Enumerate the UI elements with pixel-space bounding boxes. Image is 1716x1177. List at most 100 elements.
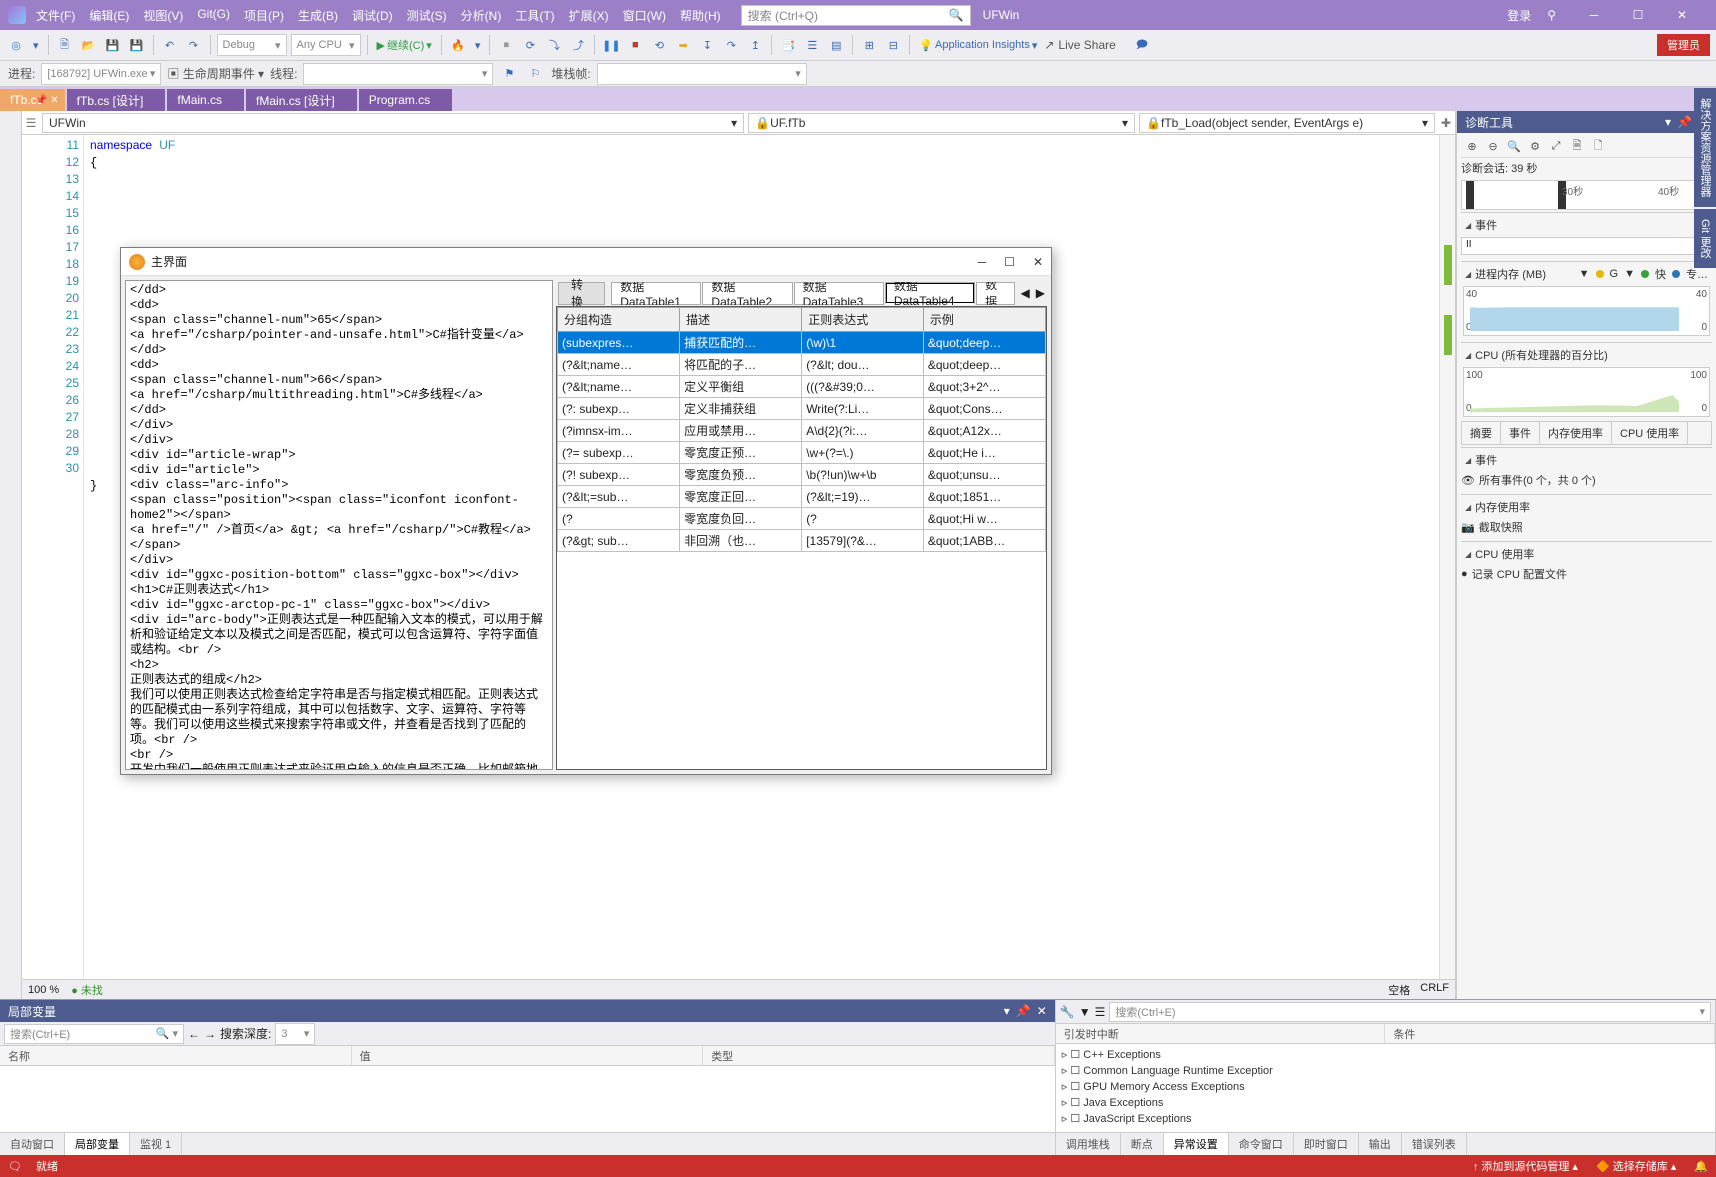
tab-datatable2[interactable]: 数据DataTable2 [702,282,792,305]
new-file-icon[interactable]: 🗎 [55,35,75,55]
sidetab-solution-explorer[interactable]: 解决方案资源管理器 [1694,88,1716,207]
stop-debug-icon[interactable]: ■ [625,35,645,55]
login-link[interactable]: 登录 [1507,7,1531,24]
menu-git[interactable]: Git(G) [197,7,230,24]
events-summary[interactable]: 👁 所有事件(0 个，共 0 个) [1461,470,1712,490]
tab-locals[interactable]: 局部变量 [65,1133,130,1155]
table-row[interactable]: (subexpres…捕获匹配的…(\w)\1&quot;deep… [558,332,1046,354]
exception-item[interactable]: ▹ ☐ Common Language Runtime Exceptior [1062,1063,1709,1079]
col-value[interactable]: 值 [352,1046,704,1065]
menu-project[interactable]: 项目(P) [244,7,284,24]
exception-item[interactable]: ▹ ☐ Java Exceptions [1062,1095,1709,1111]
split-icon[interactable]: ✚ [1437,116,1455,130]
nav-fwd-icon[interactable]: → [204,1027,216,1041]
dropdown-arrow-icon[interactable]: ▾ [30,37,42,54]
table-row[interactable]: (?= subexp…零宽度正预…\w+(?=\.)&quot;He i… [558,442,1046,464]
tab-program-cs[interactable]: Program.cs [359,89,452,111]
convert-button[interactable]: 转换 [558,282,605,305]
cpu-lane-head[interactable]: CPU (所有处理器的百分比) [1461,345,1712,365]
restart2-icon[interactable]: ⟲ [649,35,669,55]
menu-file[interactable]: 文件(F) [36,7,75,24]
step-icon[interactable]: ⤵ [544,35,564,55]
subtab-events[interactable]: 事件 [1501,422,1540,444]
table-row[interactable]: (?: subexp…定义非捕获组Write(?:Li…&quot;Cons… [558,398,1046,420]
tab-datatable-more[interactable]: 数据 [976,282,1014,305]
table-row[interactable]: (?&lt;=sub…零宽度正回…(?&lt;=19)…&quot;1851… [558,486,1046,508]
subtab-cpu[interactable]: CPU 使用率 [1612,422,1688,444]
menu-ext[interactable]: 扩展(X) [569,7,609,24]
html-source-textbox[interactable]: </dd> <dd> <span class="channel-num">65<… [125,280,553,770]
left-dock[interactable] [0,111,22,999]
tab-ftb-design[interactable]: fTb.cs [设计] [67,89,166,111]
misc5-icon[interactable]: ⊟ [883,35,903,55]
cpu-record-link[interactable]: ● 记录 CPU 配置文件 [1461,564,1712,584]
nav-back-icon[interactable]: ◎ [6,35,26,55]
pane-pin-icon[interactable]: 📌 [1016,1004,1031,1018]
menu-build[interactable]: 生成(B) [298,7,338,24]
nav-back-icon[interactable]: ← [188,1027,200,1041]
tab-datatable3[interactable]: 数据DataTable3 [794,282,884,305]
data-grid[interactable]: 分组构造描述正则表达式示例(subexpres…捕获匹配的…(\w)\1&quo… [556,306,1047,770]
project-dropdown[interactable]: UFWin▾ [42,113,744,133]
continue-button[interactable]: ▶ 继续(C) ▾ [374,35,435,55]
col-name[interactable]: 名称 [0,1046,352,1065]
diag-tool4-icon[interactable]: ⚙ [1526,138,1544,154]
undo-icon[interactable]: ↶ [160,35,180,55]
overview-ruler[interactable] [1439,135,1455,979]
zoom-dropdown[interactable]: 100 % [28,984,59,996]
tabs-scroll-right-icon[interactable]: ▶ [1036,286,1045,300]
menu-window[interactable]: 窗口(W) [623,7,666,24]
child-titlebar[interactable]: 主界面 ─ ☐ ✕ [121,248,1051,276]
step-over-icon[interactable]: ↷ [721,35,741,55]
tab-immediate[interactable]: 即时窗口 [1294,1133,1359,1155]
thread-dropdown[interactable]: ▾ [303,63,493,85]
exception-item[interactable]: ▹ ☐ GPU Memory Access Exceptions [1062,1079,1709,1095]
window-maximize-button[interactable]: ☐ [1616,1,1660,29]
menu-view[interactable]: 视图(V) [143,7,183,24]
ex-tool1-icon[interactable]: 🔧 [1060,1005,1075,1019]
sidetab-git-changes[interactable]: Git 更改 [1694,209,1716,268]
redo-icon[interactable]: ↷ [184,35,204,55]
tab-watch1[interactable]: 监视 1 [130,1133,182,1155]
pause-icon[interactable]: ❚❚ [601,35,621,55]
live-share-button[interactable]: ↗ Live Share [1044,38,1115,52]
stop-icon[interactable]: ⏹ [496,35,516,55]
user-icon[interactable]: ⚲ [1547,8,1556,22]
exceptions-search-input[interactable]: 搜索(Ctrl+E)▾ [1109,1002,1711,1022]
nav-icon[interactable]: ☰ [22,116,40,130]
show-next-icon[interactable]: ➡ [673,35,693,55]
exception-item[interactable]: ▹ ☐ C++ Exceptions [1062,1047,1709,1063]
tabs-scroll-left-icon[interactable]: ◀ [1021,286,1030,300]
misc-icon[interactable]: 📑 [778,35,798,55]
menu-analyze[interactable]: 分析(N) [461,7,502,24]
ex-tool3-icon[interactable]: ☰ [1095,1005,1106,1019]
stackframe-dropdown[interactable]: ▾ [597,63,807,85]
table-row[interactable]: (?&gt; sub…非回溯（也…[13579](?&…&quot;1ABB… [558,530,1046,552]
misc2-icon[interactable]: ☰ [802,35,822,55]
diag-tool3-icon[interactable]: 🔍 [1505,138,1523,154]
table-row[interactable]: (?imnsx-im…应用或禁用…A\d{2}(?i:…&quot;A12x… [558,420,1046,442]
app-insights-button[interactable]: 💡 Application Insights ▾ [916,37,1040,54]
col-header[interactable]: 示例 [923,308,1045,332]
memory-snapshot-link[interactable]: 📷 截取快照 [1461,517,1712,537]
col-type[interactable]: 类型 [703,1046,1055,1065]
memory-lane-head[interactable]: 进程内存 (MB) ▼G▼快专… [1461,264,1712,284]
events-lane[interactable]: II [1461,237,1712,255]
process-dropdown[interactable]: [168792] UFWin.exe▾ [41,63,161,85]
diag-tool7-icon[interactable]: 🗋 [1589,138,1607,154]
tab-datatable1[interactable]: 数据DataTable1 [611,282,701,305]
col-header[interactable]: 正则表达式 [802,308,924,332]
col-header[interactable]: 描述 [680,308,802,332]
notifications-icon[interactable]: 🔔 [1694,1160,1708,1173]
pane-options-icon[interactable]: ▾ [1004,1004,1010,1018]
diag-tool1-icon[interactable]: ⊕ [1463,138,1481,154]
save-icon[interactable]: 💾 [103,35,123,55]
member-dropdown[interactable]: 🔒 fTb_Load(object sender, EventArgs e)▾ [1139,113,1435,133]
global-search-input[interactable]: 搜索 (Ctrl+Q) 🔍 [741,5,971,26]
repo-link[interactable]: 🔶 选择存储库 ▴ [1596,1158,1676,1174]
menu-help[interactable]: 帮助(H) [680,7,721,24]
pane-close-icon[interactable]: ✕ [1037,1004,1047,1018]
exceptions-body[interactable]: ▹ ☐ C++ Exceptions▹ ☐ Common Language Ru… [1056,1044,1715,1132]
ex-tool2-icon[interactable]: ▼ [1079,1005,1091,1019]
exception-item[interactable]: ▹ ☐ JavaScript Exceptions [1062,1111,1709,1127]
